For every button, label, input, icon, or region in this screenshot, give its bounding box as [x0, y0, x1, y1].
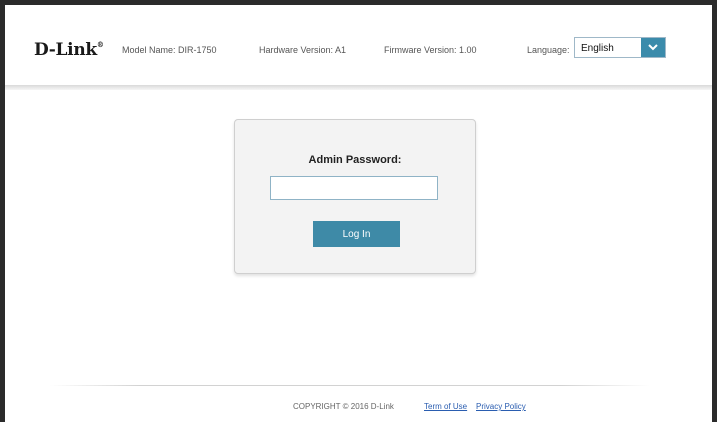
copyright-text: COPYRIGHT © 2016 D-Link	[293, 402, 394, 411]
language-select[interactable]: English	[574, 37, 666, 58]
logo-mark: ®	[96, 40, 104, 49]
model-name: Model Name: DIR-1750	[122, 45, 217, 55]
privacy-policy-link[interactable]: Privacy Policy	[476, 402, 526, 411]
login-card: Admin Password: Log In	[234, 119, 476, 274]
admin-password-input[interactable]	[270, 176, 438, 200]
page-frame: D-Link® Model Name: DIR-1750 Hardware Ve…	[5, 5, 712, 422]
footer-divider	[50, 385, 650, 386]
admin-password-label: Admin Password:	[308, 154, 402, 166]
login-button[interactable]: Log In	[313, 221, 400, 247]
header-divider	[5, 85, 712, 90]
chevron-down-icon	[648, 44, 658, 51]
hardware-version: Hardware Version: A1	[259, 45, 347, 55]
language-dropdown-button[interactable]	[641, 38, 665, 57]
logo-text: D-Link	[34, 40, 97, 60]
dlink-logo: D-Link®	[34, 40, 104, 60]
header-bar: D-Link® Model Name: DIR-1750 Hardware Ve…	[5, 5, 712, 85]
language-label: Language:	[527, 45, 570, 55]
firmware-version: Firmware Version: 1.00	[384, 45, 477, 55]
language-value: English	[581, 43, 614, 54]
term-of-use-link[interactable]: Term of Use	[424, 402, 467, 411]
